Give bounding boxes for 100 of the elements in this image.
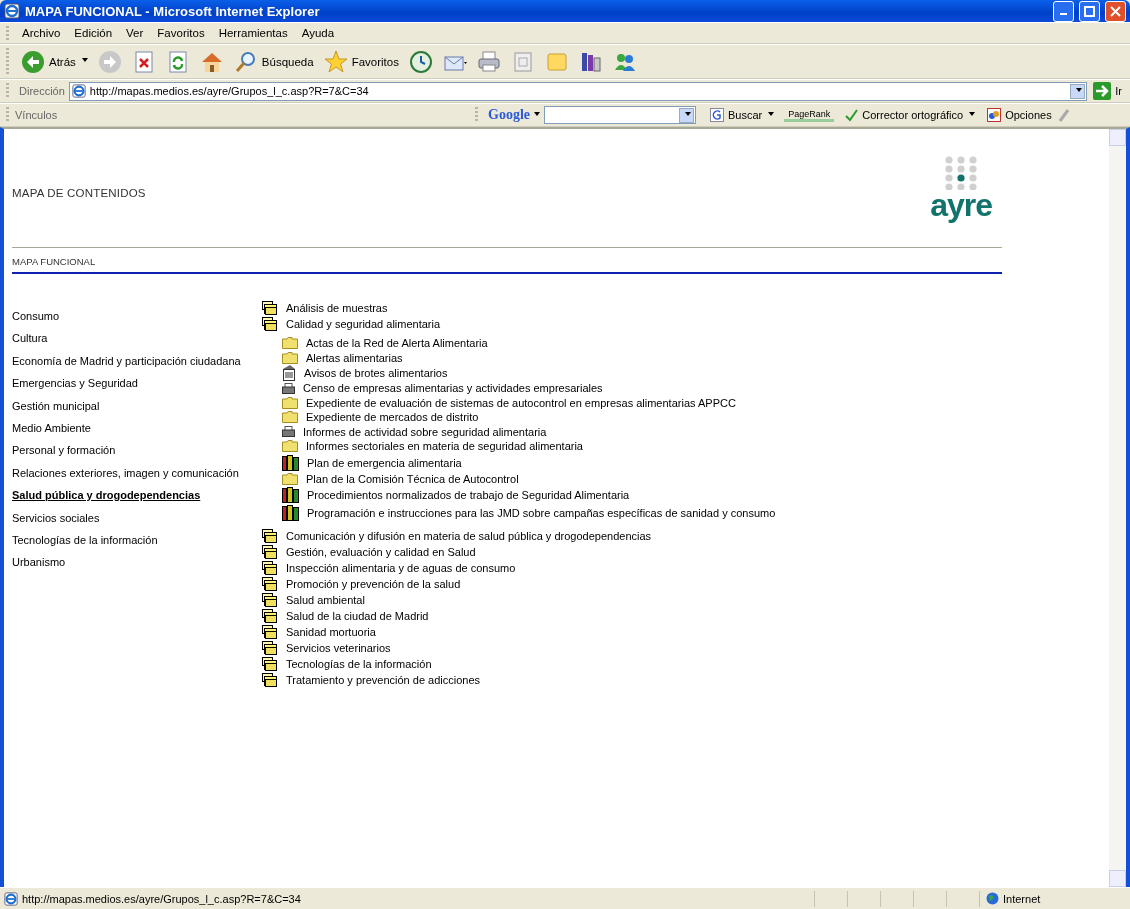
scrollbar[interactable] bbox=[1109, 129, 1126, 887]
tree-item[interactable]: Promoción y prevención de la salud bbox=[286, 578, 461, 590]
google-search-field[interactable] bbox=[544, 106, 696, 124]
minimize-button[interactable] bbox=[1053, 0, 1074, 22]
page-icon bbox=[4, 891, 18, 906]
books-icon bbox=[282, 505, 299, 521]
tree-item[interactable]: Avisos de brotes alimentarios bbox=[304, 367, 448, 379]
google-g-icon bbox=[710, 108, 724, 122]
spellcheck-button[interactable]: Corrector ortográfico bbox=[838, 108, 982, 122]
address-label: Dirección bbox=[19, 85, 65, 97]
folder-icon bbox=[282, 396, 298, 409]
nav-link[interactable]: Tecnologías de la información bbox=[12, 533, 262, 557]
document-icon bbox=[282, 365, 296, 381]
toolbar-button[interactable]: Favoritos bbox=[319, 47, 403, 76]
tree-item[interactable]: Plan de emergencia alimentaria bbox=[307, 456, 462, 469]
menu-item[interactable]: Edición bbox=[67, 25, 120, 41]
options-icon bbox=[987, 108, 1002, 122]
links-label[interactable]: Vínculos bbox=[15, 109, 475, 121]
nav-link[interactable]: Medio Ambiente bbox=[12, 421, 262, 445]
printer-icon bbox=[476, 49, 501, 74]
tree-item[interactable]: Expediente de mercados de distrito bbox=[306, 411, 479, 424]
nav-link[interactable]: Consumo bbox=[12, 310, 262, 333]
tree-item[interactable]: Inspección alimentaria y de aguas de consumo bbox=[286, 562, 516, 574]
folder-icon bbox=[282, 440, 298, 453]
folders-icon bbox=[262, 560, 278, 576]
status-text: http://mapas.medios.es/ayre/Grupos_l_c.asp?R=7&C=34 bbox=[22, 892, 301, 905]
minimize-icon bbox=[1060, 13, 1067, 15]
tree-item[interactable]: Servicios veterinarios bbox=[286, 642, 391, 654]
close-button[interactable] bbox=[1105, 0, 1126, 22]
folders-icon bbox=[262, 672, 278, 688]
nav-link[interactable]: Cultura bbox=[12, 332, 262, 355]
nav-link[interactable]: Gestión municipal bbox=[12, 399, 262, 422]
tree-item[interactable]: Tecnologías de la información bbox=[286, 658, 432, 670]
menu-item[interactable]: Herramientas bbox=[211, 25, 295, 41]
tree-item[interactable]: Comunicación y difusión en materia de salud pública y drogodependencias bbox=[286, 530, 652, 542]
zone-label: Internet bbox=[1003, 892, 1041, 905]
toolbar-button[interactable]: Búsqueda bbox=[229, 47, 318, 76]
books-icon bbox=[282, 487, 299, 503]
pencil-icon bbox=[1057, 108, 1070, 122]
checkmark-icon bbox=[844, 108, 859, 122]
tree-item[interactable]: Actas de la Red de Alerta Alimentaria bbox=[306, 337, 488, 350]
maximize-button[interactable] bbox=[1079, 0, 1100, 22]
books-icon bbox=[282, 454, 299, 471]
folders-icon bbox=[262, 640, 278, 656]
pagerank-button[interactable]: PageRank bbox=[784, 108, 835, 122]
tree-item[interactable]: Tratamiento y prevención de adicciones bbox=[286, 674, 481, 686]
tree-item[interactable]: Sanidad mortuoria bbox=[286, 626, 376, 638]
folders-icon bbox=[262, 528, 278, 544]
tree-item[interactable]: Gestión, evaluación y calidad en Salud bbox=[286, 546, 476, 558]
go-button[interactable]: Ir bbox=[1091, 82, 1130, 100]
close-icon bbox=[1110, 5, 1121, 17]
nav-link[interactable]: Emergencias y Seguridad bbox=[12, 377, 262, 400]
browser-icon bbox=[4, 3, 20, 19]
tree-item[interactable]: Análisis de muestras bbox=[286, 302, 388, 314]
menu-item[interactable]: Ver bbox=[119, 25, 151, 41]
folder-icon bbox=[282, 337, 298, 350]
page-heading: MAPA DE CONTENIDOS bbox=[12, 187, 146, 199]
tree-item[interactable]: Alertas alimentarias bbox=[306, 351, 403, 364]
folders-icon bbox=[262, 316, 278, 332]
menu-item[interactable]: Archivo bbox=[15, 25, 68, 41]
search-icon bbox=[233, 49, 258, 74]
toolbar-button[interactable]: Atrás bbox=[17, 47, 92, 76]
tree-item[interactable]: Calidad y seguridad alimentaria bbox=[286, 318, 441, 330]
menu-item[interactable]: Ayuda bbox=[294, 25, 342, 41]
tree-item[interactable]: Plan de la Comisión Técnica de Autocontrol bbox=[306, 472, 519, 485]
folders-icon bbox=[262, 608, 278, 624]
search-button[interactable]: Buscar bbox=[704, 108, 781, 122]
google-logo[interactable]: Google bbox=[484, 107, 544, 123]
section-title: MAPA FUNCIONAL bbox=[12, 248, 1002, 274]
tree-item[interactable]: Salud ambiental bbox=[286, 594, 365, 606]
folders-icon bbox=[262, 592, 278, 608]
menu-item[interactable]: Favoritos bbox=[150, 25, 212, 41]
folders-icon bbox=[262, 544, 278, 560]
tree-item[interactable]: Expediente de evaluación de sistemas de autocontrol en empresas alimentarias APPCC bbox=[306, 396, 736, 409]
arrow-icon bbox=[1093, 82, 1112, 100]
folders-icon bbox=[262, 624, 278, 640]
nav-link[interactable]: Economía de Madrid y participación ciudadana bbox=[12, 354, 262, 378]
nav-link[interactable]: Urbanismo bbox=[12, 556, 262, 579]
nav-link[interactable]: Relaciones exteriores, imagen y comunicación bbox=[12, 466, 262, 490]
star-icon bbox=[323, 49, 348, 74]
globe-icon bbox=[986, 892, 999, 905]
window-title: MAPA FUNCIONAL - Microsoft Internet Explorer bbox=[25, 3, 321, 19]
tree-item[interactable]: Procedimientos normalizados de trabajo de Seguridad Alimentaria bbox=[307, 489, 630, 501]
printer-icon bbox=[282, 382, 295, 394]
maximize-icon bbox=[1084, 5, 1095, 17]
nav-link[interactable]: Salud pública y drogodependencias bbox=[12, 489, 262, 512]
nav-link[interactable]: Personal y formación bbox=[12, 444, 262, 467]
folders-icon bbox=[262, 300, 278, 316]
printer-icon bbox=[282, 426, 295, 438]
page-icon bbox=[71, 84, 86, 98]
tree-item[interactable]: Programación e instrucciones para las JMD sobre campañas específicas de sanidad y consumo bbox=[307, 507, 776, 519]
address-field[interactable]: http://mapas.medios.es/ayre/Grupos_l_c.asp?R=7&C=34 bbox=[68, 81, 1088, 101]
tree-item[interactable]: Informes de actividad sobre seguridad alimentaria bbox=[303, 425, 547, 438]
tree-item[interactable]: Informes sectoriales en materia de seguridad alimentaria bbox=[306, 440, 583, 453]
options-button[interactable]: Opciones bbox=[981, 108, 1058, 122]
tree-item[interactable]: Salud de la ciudad de Madrid bbox=[286, 610, 429, 622]
nav-link[interactable]: Servicios sociales bbox=[12, 511, 262, 534]
tree-item[interactable]: Censo de empresas alimentarias y actividades empresariales bbox=[303, 382, 603, 395]
folders-icon bbox=[262, 576, 278, 592]
folder-icon bbox=[282, 351, 298, 364]
